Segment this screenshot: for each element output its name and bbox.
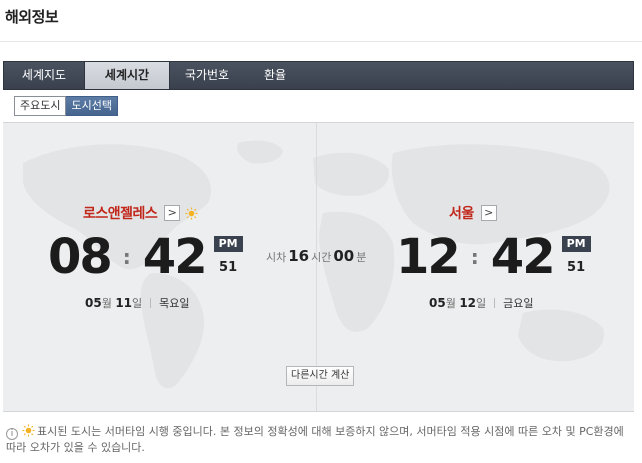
month-unit: 월 [445,297,456,310]
tab-world-map[interactable]: 세계지도 [4,62,84,89]
right-clock: 12 : 42 PM 51 [396,231,591,283]
right-month: 05 [429,296,446,310]
left-ampm-badge: PM [213,236,243,252]
time-difference: 시차 16 시간 00 분 [266,247,366,265]
date-separator [494,298,496,308]
tab-exchange-rate[interactable]: 환율 [244,62,306,89]
tab-world-time[interactable]: 세계시간 [84,62,170,89]
right-city-name: 서울 [449,206,474,222]
diff-minutes-unit: 분 [356,251,367,264]
right-city-select-button[interactable]: > [480,205,497,221]
main-tabbar: 세계지도 세계시간 국가번호 환율 [3,61,634,90]
subtab-major-cities[interactable]: 주요도시 [14,96,67,116]
date-separator [150,298,152,308]
left-weekday: 목요일 [159,297,190,310]
diff-prefix: 시차 [266,251,287,264]
left-month: 05 [85,296,102,310]
right-seconds: 51 [567,260,586,275]
clock-colon: : [122,245,131,269]
left-seconds: 51 [219,260,238,275]
day-unit: 일 [476,297,487,310]
diff-hours-unit: 시간 [311,251,332,264]
sun-icon [185,206,198,220]
right-hour: 12 [396,229,461,285]
title-divider [0,41,642,42]
right-date: 05 월 12 일 금요일 [429,295,534,311]
sun-icon [22,424,35,437]
dst-notice: i 표시된 도시는 서머타임 시행 중입니다. 본 정보의 정확성에 대해 보증… [6,424,636,455]
world-time-panel: 로스앤젤레스 > 08 : 42 PM 51 05 월 11 일 목요일 시차 … [3,122,634,412]
right-weekday: 금요일 [503,297,534,310]
subtab-select-city[interactable]: 도시선택 [66,96,118,116]
right-ampm-group: PM 51 [561,231,591,275]
calculate-other-time-button[interactable]: 다른시간 계산 [286,366,355,386]
clock-colon: : [470,245,479,269]
day-unit: 일 [132,297,143,310]
notice-text: 표시된 도시는 서머타임 시행 중입니다. 본 정보의 정확성에 대해 보증하지… [6,425,624,454]
left-day: 11 [115,296,133,310]
left-city-select-button[interactable]: > [164,205,181,221]
left-city-name: 로스앤젤레스 [83,206,158,222]
right-day: 12 [459,296,477,310]
right-city-header: 서울 > [449,203,497,223]
info-icon: i [6,428,18,440]
left-minute: 42 [142,229,208,285]
diff-hours: 16 [288,247,310,265]
subtab-group: 주요도시 도시선택 [14,96,118,116]
right-ampm-badge: PM [561,236,591,252]
left-date: 05 월 11 일 목요일 [85,295,190,311]
left-city-header: 로스앤젤레스 > [83,203,198,223]
diff-minutes: 00 [333,247,355,265]
left-hour: 08 [48,229,113,285]
right-minute: 42 [490,229,556,285]
left-ampm-group: PM 51 [213,231,243,275]
page-title: 해외정보 [5,8,59,26]
tab-country-code[interactable]: 국가번호 [170,62,244,89]
left-clock: 08 : 42 PM 51 [48,231,243,283]
month-unit: 월 [101,297,112,310]
